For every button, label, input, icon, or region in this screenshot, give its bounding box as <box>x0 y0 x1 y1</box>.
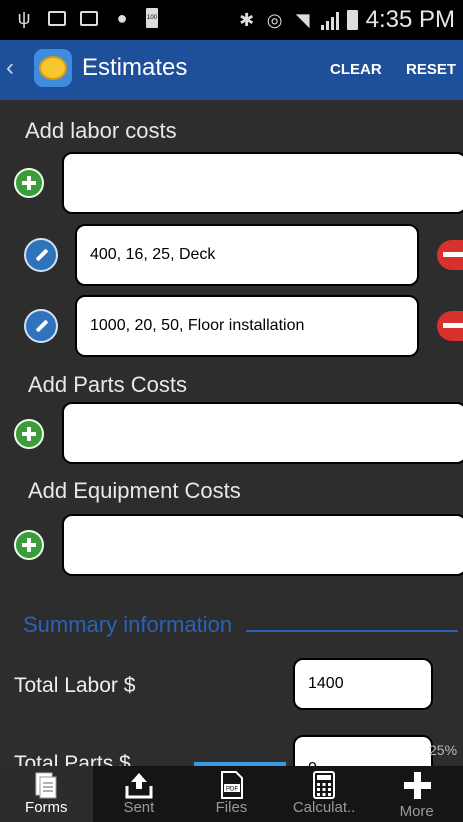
clock: 4:35 PM <box>365 6 455 33</box>
clear-button[interactable]: CLEAR <box>330 61 382 78</box>
alarm-icon: ◎ <box>266 9 283 30</box>
parts-input[interactable] <box>62 402 463 464</box>
nav-files[interactable]: PDF Files <box>185 766 278 822</box>
signal-icon <box>320 10 339 30</box>
labor-item-value: 1000, 20, 50, Floor installation <box>90 317 305 334</box>
gallery-icon <box>48 10 66 26</box>
add-equipment-button[interactable] <box>14 530 44 560</box>
forms-icon <box>35 772 57 799</box>
nav-forms-label: Forms <box>25 799 68 816</box>
nav-more[interactable]: More <box>370 766 463 822</box>
edit-labor-item-button[interactable] <box>24 309 58 343</box>
edit-labor-item-button[interactable] <box>24 238 58 272</box>
equipment-input[interactable] <box>62 514 463 576</box>
nav-files-label: Files <box>215 799 248 816</box>
back-icon[interactable]: ‹ <box>6 54 14 82</box>
calculator-icon <box>313 771 336 799</box>
labor-heading: Add labor costs <box>25 118 177 143</box>
progress-percent: 25% <box>429 742 458 758</box>
remove-labor-item-button[interactable] <box>437 240 463 270</box>
nav-sent-label: Sent <box>123 799 155 816</box>
equipment-heading: Add Equipment Costs <box>28 478 241 503</box>
add-labor-button[interactable] <box>14 168 44 198</box>
wifi-icon: ◥ <box>295 9 310 30</box>
svg-text:PDF: PDF <box>226 787 238 793</box>
remove-labor-item-button[interactable] <box>437 311 463 341</box>
bluetooth-icon: ✱ <box>239 9 255 30</box>
app-bar: ‹ Estimates CLEAR RESET <box>0 40 463 100</box>
add-parts-button[interactable] <box>14 419 44 449</box>
nav-more-label: More <box>399 803 434 820</box>
plus-icon <box>403 772 431 799</box>
pdf-icon: PDF <box>221 771 244 799</box>
battery-full-icon: 100 <box>146 8 158 28</box>
summary-heading: Summary information <box>23 612 233 637</box>
labor-input[interactable] <box>62 152 463 214</box>
nav-calculator[interactable]: Calculat.. <box>278 766 371 822</box>
bottom-navigation: Forms Sent PDF Files Calculat.. More <box>0 766 463 822</box>
battery-icon <box>346 10 358 30</box>
nav-calculator-label: Calculat.. <box>292 799 356 816</box>
upload-icon <box>125 773 153 799</box>
usb-icon: ψ <box>17 7 31 28</box>
app-logo-icon[interactable] <box>34 49 72 87</box>
reset-button[interactable]: RESET <box>406 61 456 78</box>
parts-heading: Add Parts Costs <box>28 372 187 397</box>
labor-item[interactable]: 400, 16, 25, Deck <box>75 224 419 286</box>
app-title: Estimates <box>82 54 188 81</box>
summary-divider <box>246 630 458 632</box>
labor-item-value: 400, 16, 25, Deck <box>90 246 216 263</box>
app-notification-icon <box>80 10 98 26</box>
nav-forms[interactable]: Forms <box>0 766 93 822</box>
chat-icon: ● <box>116 7 128 28</box>
status-bar: ψ ● 100 ✱ ◎ ◥ 4:35 PM <box>0 0 463 40</box>
total-labor-label: Total Labor $ <box>14 674 136 697</box>
nav-sent[interactable]: Sent <box>93 766 186 822</box>
labor-item[interactable]: 1000, 20, 50, Floor installation <box>75 295 419 357</box>
total-labor-field[interactable]: 1400 <box>293 658 433 710</box>
